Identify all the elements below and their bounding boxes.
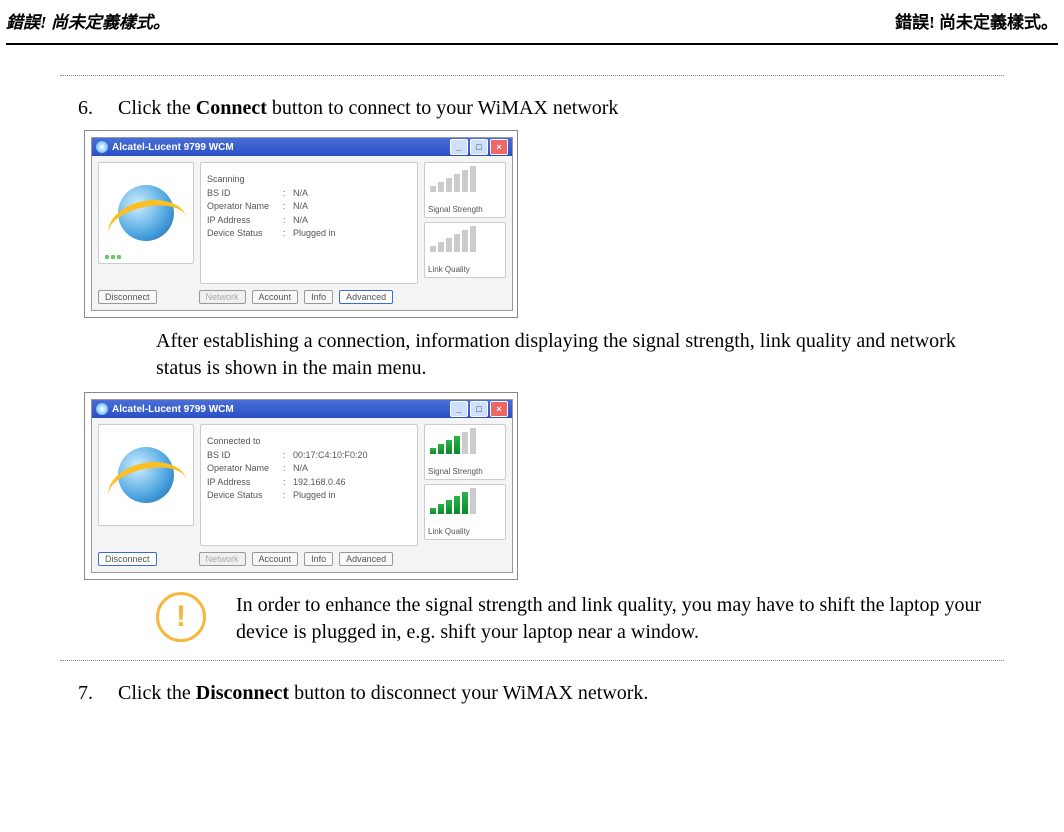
operator-value: N/A — [293, 462, 308, 476]
tip-row: ! In order to enhance the signal strengt… — [156, 592, 1004, 646]
step-text-pre: Click the — [118, 97, 196, 119]
step-6-explain: After establishing a connection, informa… — [156, 328, 1004, 382]
close-button[interactable]: × — [490, 401, 508, 417]
bsid-value: N/A — [293, 187, 308, 201]
advanced-button[interactable]: Advanced — [339, 290, 393, 304]
screenshot-connected: Alcatel-Lucent 9799 WCM _ □ × Connected … — [84, 392, 518, 580]
step-number: 6. — [60, 94, 118, 122]
ip-value: N/A — [293, 214, 308, 228]
bsid-label: BS ID — [207, 187, 283, 201]
maximize-button[interactable]: □ — [470, 139, 488, 155]
signal-strength-meter: Signal Strength — [424, 162, 506, 218]
operator-label: Operator Name — [207, 462, 283, 476]
minimize-button[interactable]: _ — [450, 139, 468, 155]
operator-label: Operator Name — [207, 200, 283, 214]
network-button[interactable]: Network — [199, 552, 246, 566]
device-value: Plugged in — [293, 227, 336, 241]
screenshot-scanning: Alcatel-Lucent 9799 WCM _ □ × Scanning — [84, 130, 518, 318]
close-button[interactable]: × — [490, 139, 508, 155]
window-title: Alcatel-Lucent 9799 WCM — [112, 404, 450, 415]
tip-text: In order to enhance the signal strength … — [236, 592, 1004, 646]
step-text-pre: Click the — [118, 682, 196, 704]
info-button[interactable]: Info — [304, 290, 333, 304]
device-label: Device Status — [207, 489, 283, 503]
warning-icon: ! — [156, 592, 206, 642]
link-quality-meter: Link Quality — [424, 222, 506, 278]
link-label: Link Quality — [428, 527, 502, 536]
step-text-post: button to connect to your WiMAX network — [267, 97, 619, 119]
step-text-post: button to disconnect your WiMAX network. — [289, 682, 648, 704]
bsid-value: 00:17:C4:10:F0:20 — [293, 449, 368, 463]
step-7: 7. Click the Disconnect button to discon… — [60, 679, 1004, 707]
ip-label: IP Address — [207, 476, 283, 490]
header-rule — [6, 43, 1058, 45]
step-number: 7. — [60, 679, 118, 707]
titlebar: Alcatel-Lucent 9799 WCM _ □ × — [92, 138, 512, 156]
link-quality-meter: Link Quality — [424, 484, 506, 540]
app-window: Alcatel-Lucent 9799 WCM _ □ × Scanning — [91, 137, 513, 311]
page-header: 錯誤! 尚未定義樣式。 錯誤! 尚未定義樣式。 — [0, 0, 1064, 43]
disconnect-button[interactable]: Disconnect — [98, 552, 157, 566]
status-label: Scanning — [207, 173, 283, 187]
device-label: Device Status — [207, 227, 283, 241]
header-left: 錯誤! 尚未定義樣式。 — [6, 8, 170, 33]
ip-label: IP Address — [207, 214, 283, 228]
info-button[interactable]: Info — [304, 552, 333, 566]
globe-panel — [98, 424, 194, 526]
minimize-button[interactable]: _ — [450, 401, 468, 417]
account-button[interactable]: Account — [252, 552, 299, 566]
maximize-button[interactable]: □ — [470, 401, 488, 417]
section-divider — [60, 75, 1004, 76]
step-text-bold: Disconnect — [196, 682, 289, 704]
device-value: Plugged in — [293, 489, 336, 503]
globe-panel — [98, 162, 194, 264]
signal-label: Signal Strength — [428, 467, 502, 476]
bsid-label: BS ID — [207, 449, 283, 463]
app-icon — [96, 141, 108, 153]
status-label: Connected to — [207, 435, 283, 449]
advanced-button[interactable]: Advanced — [339, 552, 393, 566]
step-text: Click the Disconnect button to disconnec… — [118, 679, 1004, 707]
info-panel: Connected to BS ID:00:17:C4:10:F0:20 Ope… — [200, 424, 418, 546]
window-title: Alcatel-Lucent 9799 WCM — [112, 142, 450, 153]
section-divider — [60, 660, 1004, 661]
titlebar: Alcatel-Lucent 9799 WCM _ □ × — [92, 400, 512, 418]
operator-value: N/A — [293, 200, 308, 214]
step-6: 6. Click the Connect button to connect t… — [60, 94, 1004, 122]
step-text-bold: Connect — [196, 97, 267, 119]
signal-strength-meter: Signal Strength — [424, 424, 506, 480]
header-right: 錯誤! 尚未定義樣式。 — [895, 8, 1058, 33]
signal-label: Signal Strength — [428, 205, 502, 214]
account-button[interactable]: Account — [252, 290, 299, 304]
network-button[interactable]: Network — [199, 290, 246, 304]
step-text: Click the Connect button to connect to y… — [118, 94, 1004, 122]
link-label: Link Quality — [428, 265, 502, 274]
app-icon — [96, 403, 108, 415]
ip-value: 192.168.0.46 — [293, 476, 346, 490]
disconnect-button[interactable]: Disconnect — [98, 290, 157, 304]
app-window: Alcatel-Lucent 9799 WCM _ □ × Connected … — [91, 399, 513, 573]
info-panel: Scanning BS ID:N/A Operator Name:N/A IP … — [200, 162, 418, 284]
